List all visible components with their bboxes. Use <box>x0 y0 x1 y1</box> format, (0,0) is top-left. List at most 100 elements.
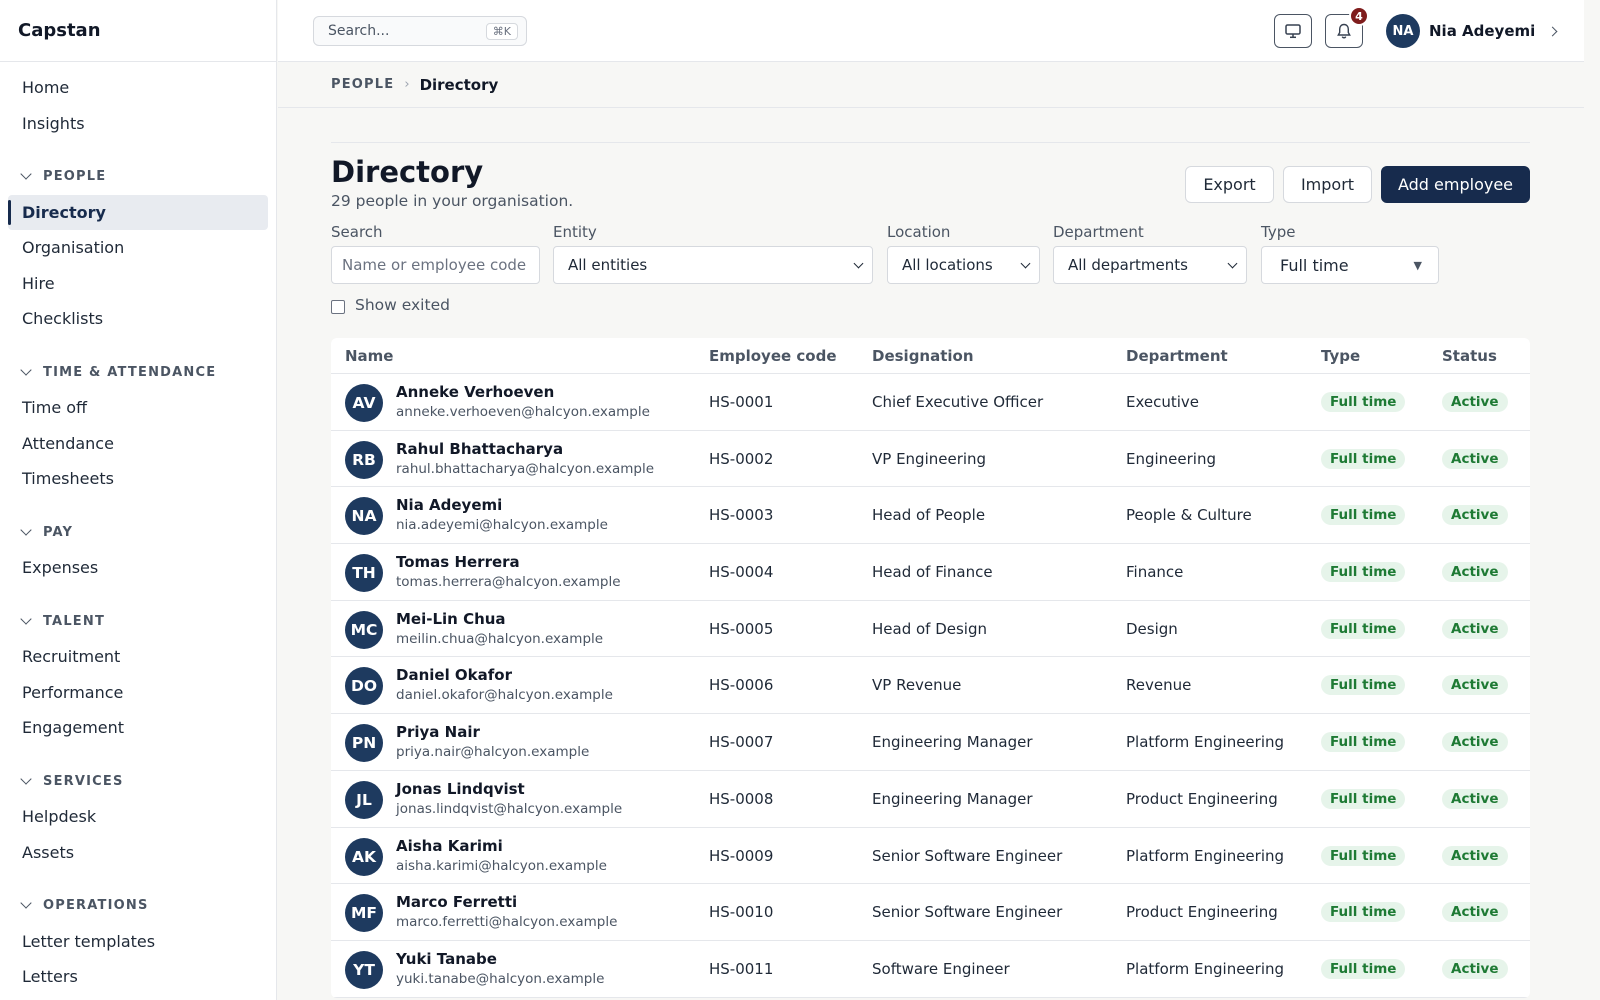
employee-designation: Head of Finance <box>872 563 993 582</box>
sidebar-item-checklists[interactable]: Checklists <box>8 301 268 336</box>
export-button[interactable]: Export <box>1185 166 1274 203</box>
divider <box>331 142 1530 143</box>
employee-name[interactable]: Priya Nair <box>396 723 480 741</box>
sidebar-item-insights[interactable]: Insights <box>8 106 268 141</box>
employee-name[interactable]: Anneke Verhoeven <box>396 383 554 401</box>
sidebar-section-pay[interactable]: PAY <box>8 514 268 550</box>
sidebar-item-expenses[interactable]: Expenses <box>8 550 268 585</box>
employee-name[interactable]: Marco Ferretti <box>396 893 517 911</box>
type-select-value: Full time <box>1280 255 1349 275</box>
sidebar-item-attendance[interactable]: Attendance <box>8 426 268 461</box>
employee-code: HS-0008 <box>709 789 774 808</box>
sidebar-item-timesheets[interactable]: Timesheets <box>8 461 268 496</box>
display-button[interactable] <box>1274 14 1312 48</box>
notifications-button[interactable]: 4 <box>1325 6 1369 48</box>
column-header-designation[interactable]: Designation <box>872 347 974 365</box>
sidebar-item-assets[interactable]: Assets <box>8 835 268 870</box>
user-menu[interactable]: NA Nia Adeyemi <box>1386 13 1558 49</box>
column-header-name[interactable]: Name <box>345 347 393 365</box>
sidebar-section-operations[interactable]: OPERATIONS <box>8 888 268 924</box>
table-row[interactable]: TH Tomas Herrera tomas.herrera@halcyon.exa… <box>331 544 1530 601</box>
employee-avatar: AV <box>345 384 383 422</box>
sidebar: Capstan Home Insights PEOPLE Directory Organ… <box>0 0 277 1000</box>
employee-name[interactable]: Jonas Lindqvist <box>396 780 525 798</box>
sidebar-item-recruitment[interactable]: Recruitment <box>8 639 268 674</box>
table-row[interactable]: JL Jonas Lindqvist jonas.lindqvist@halcyon… <box>331 771 1530 828</box>
directory-table: Name Employee code Designation Departmen… <box>331 338 1530 998</box>
chevron-down-icon <box>1227 258 1238 268</box>
employee-name[interactable]: Daniel Okafor <box>396 666 512 684</box>
employee-email: daniel.okafor@halcyon.example <box>396 687 613 704</box>
sidebar-section-talent[interactable]: TALENT <box>8 603 268 639</box>
column-header-status[interactable]: Status <box>1442 347 1497 365</box>
sidebar-section-label: TIME & ATTENDANCE <box>43 364 217 380</box>
column-header-department[interactable]: Department <box>1126 347 1228 365</box>
breadcrumb-root[interactable]: PEOPLE <box>331 77 394 92</box>
sidebar-item-organisation[interactable]: Organisation <box>8 230 268 265</box>
sidebar-item-letters[interactable]: Letters <box>8 959 268 994</box>
employee-email: aisha.karimi@halcyon.example <box>396 857 607 874</box>
type-badge: Full time <box>1321 448 1406 469</box>
employee-designation: Senior Software Engineer <box>872 846 1063 865</box>
employee-avatar: MC <box>345 610 383 649</box>
employee-avatar: DO <box>345 667 383 706</box>
sidebar-section-time-and-attendance[interactable]: TIME & ATTENDANCE <box>8 354 268 390</box>
employee-email: meilin.chua@halcyon.example <box>396 630 604 647</box>
show-exited-checkbox[interactable] <box>331 299 345 314</box>
employee-email: anneke.verhoeven@halcyon.example <box>396 404 650 420</box>
employee-designation: Head of Design <box>872 619 988 638</box>
employee-name[interactable]: Tomas Herrera <box>396 553 520 571</box>
employee-designation: Chief Executive Officer <box>872 393 1044 411</box>
employee-code: HS-0001 <box>709 393 774 411</box>
monitor-icon <box>1285 24 1301 39</box>
status-badge: Active <box>1442 448 1508 469</box>
employee-code: HS-0011 <box>709 959 774 978</box>
import-button[interactable]: Import <box>1283 166 1372 203</box>
table-row[interactable]: RB Rahul Bhattacharya rahul.bhattacharya@h… <box>331 431 1530 488</box>
employee-search-input[interactable]: Name or employee code <box>331 246 540 284</box>
employee-name[interactable]: Yuki Tanabe <box>396 950 497 968</box>
employee-name[interactable]: Mei-Lin Chua <box>396 610 506 628</box>
sidebar-item-engagement[interactable]: Engagement <box>8 710 268 745</box>
employee-designation: Engineering Manager <box>872 789 1033 808</box>
type-select[interactable]: Full time ▼ <box>1261 246 1439 284</box>
employee-name[interactable]: Nia Adeyemi <box>396 496 502 514</box>
sidebar-item-helpdesk[interactable]: Helpdesk <box>8 799 268 834</box>
column-header-type[interactable]: Type <box>1321 347 1360 365</box>
sidebar-item-letter-templates[interactable]: Letter templates <box>8 924 268 959</box>
employee-name[interactable]: Rahul Bhattacharya <box>396 440 563 458</box>
table-row[interactable]: AV Anneke Verhoeven anneke.verhoeven@halcy… <box>331 374 1530 431</box>
sidebar-item-time-off[interactable]: Time off <box>8 390 268 425</box>
global-search[interactable]: Search... ⌘K <box>313 16 527 46</box>
employee-name[interactable]: Aisha Karimi <box>396 837 503 855</box>
add-employee-button[interactable]: Add employee <box>1381 166 1530 203</box>
app-logo[interactable]: Capstan <box>0 0 276 62</box>
employee-designation: Senior Software Engineer <box>872 903 1063 922</box>
sidebar-item-hire[interactable]: Hire <box>8 266 268 301</box>
table-row[interactable]: PN Priya Nair priya.nair@halcyon.example HS… <box>331 714 1530 771</box>
column-header-employee-code[interactable]: Employee code <box>709 347 837 365</box>
table-row[interactable]: NA Nia Adeyemi nia.adeyemi@halcyon.example… <box>331 487 1530 545</box>
sidebar-section-people[interactable]: PEOPLE <box>8 159 268 195</box>
sidebar-section-services[interactable]: SERVICES <box>8 763 268 799</box>
location-select[interactable]: All locations <box>887 246 1040 284</box>
employee-code: HS-0005 <box>709 619 774 638</box>
table-row[interactable]: AK Aisha Karimi aisha.karimi@halcyon.examp… <box>331 828 1530 885</box>
sidebar-section-label: PAY <box>43 524 74 540</box>
employee-avatar: YT <box>345 950 383 989</box>
table-row[interactable]: DO Daniel Okafor daniel.okafor@halcyon.exa… <box>331 657 1530 715</box>
sidebar-item-directory[interactable]: Directory <box>8 194 268 230</box>
employee-designation: Head of People <box>872 506 986 525</box>
entity-select[interactable]: All entities <box>553 246 873 284</box>
department-select[interactable]: All departments <box>1053 246 1247 284</box>
table-row[interactable]: MC Mei-Lin Chua meilin.chua@halcyon.exampl… <box>331 601 1530 658</box>
search-label: Search <box>331 223 383 241</box>
sidebar-item-performance[interactable]: Performance <box>8 675 268 710</box>
employee-email: nia.adeyemi@halcyon.example <box>396 517 608 534</box>
employee-avatar: PN <box>345 724 383 763</box>
table-row[interactable]: MF Marco Ferretti marco.ferretti@halcyon.e… <box>331 884 1530 941</box>
table-row[interactable]: YT Yuki Tanabe yuki.tanabe@halcyon.example… <box>331 941 1530 998</box>
show-exited-toggle[interactable]: Show exited <box>331 296 450 314</box>
sidebar-item-home[interactable]: Home <box>8 70 268 105</box>
type-label: Type <box>1261 223 1296 241</box>
